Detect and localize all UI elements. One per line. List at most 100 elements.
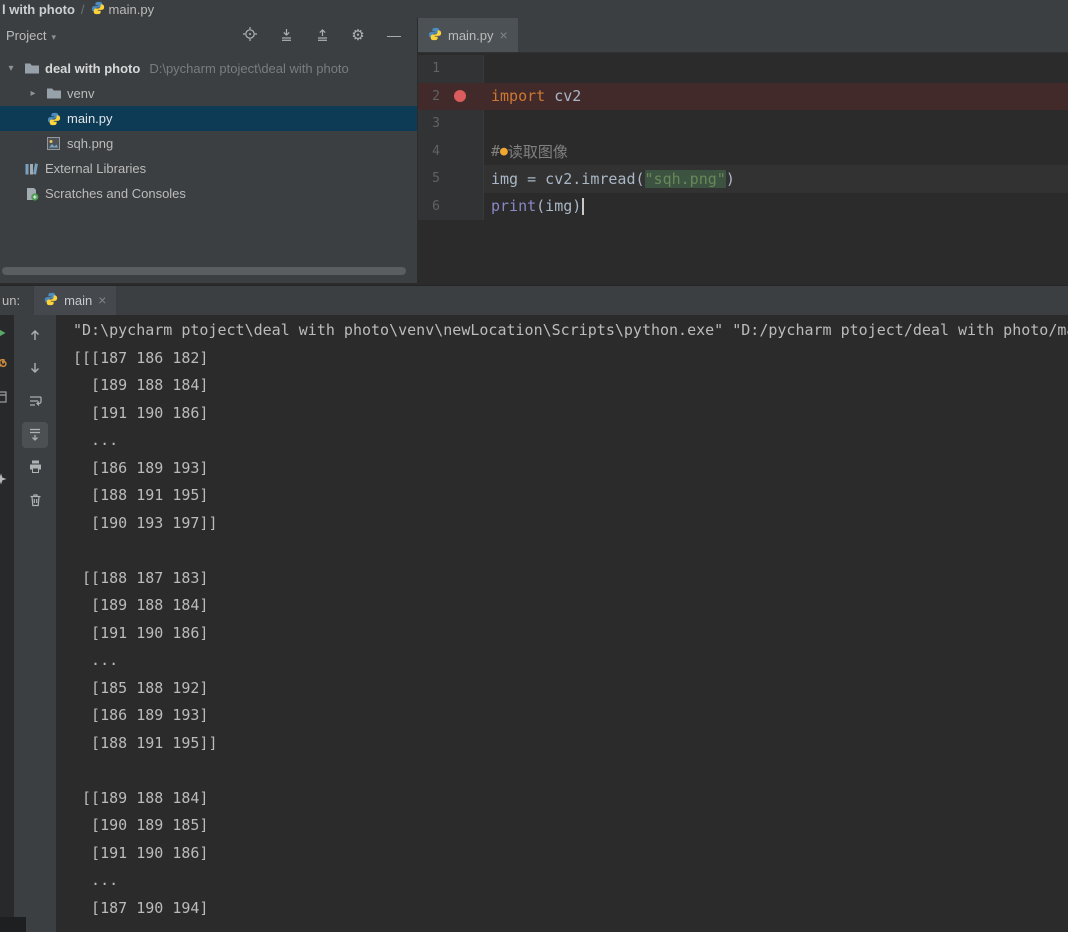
gutter-cell[interactable]: 3: [418, 110, 484, 138]
play-button[interactable]: [0, 327, 9, 341]
breadcrumb-project[interactable]: l with photo: [2, 2, 75, 17]
hide-icon: —: [387, 27, 401, 43]
breadcrumb-file[interactable]: main.py: [91, 1, 155, 18]
tree-item-main-py[interactable]: main.py: [0, 106, 417, 131]
tool-stripe: [0, 315, 14, 932]
settings-button[interactable]: ⚙: [347, 25, 369, 47]
console-line: [191 190 186]: [73, 843, 209, 862]
print-icon: [28, 459, 43, 477]
code-token: ): [725, 169, 735, 188]
console-line: [190 189 185]: [73, 816, 209, 834]
tree-item-deal-with-photo[interactable]: ▾ deal with photo D:\pycharm ptoject\deal…: [0, 56, 417, 81]
expand-all-button[interactable]: [311, 25, 333, 47]
pycharm-window: l with photo / main.py Project ▾ ⚙ — ▾ dea…: [0, 0, 1068, 932]
code-text[interactable]: [484, 110, 1068, 138]
tab-main-py[interactable]: main.py ×: [418, 18, 518, 52]
tree-item-label: Scratches and Consoles: [45, 186, 186, 201]
code-token: import: [491, 87, 546, 106]
console-line: ...: [73, 871, 119, 889]
console-line: [[189 188 184]: [73, 788, 209, 807]
gutter-cell[interactable]: 1: [418, 55, 484, 83]
tree-item-label: External Libraries: [45, 161, 147, 176]
breadcrumb: l with photo / main.py: [0, 0, 1068, 18]
arrow-down-icon: [28, 361, 42, 378]
collapse-all-button[interactable]: [275, 25, 297, 47]
scroll-to-end-icon: [28, 427, 42, 444]
tree-item-label: sqh.png: [67, 136, 114, 151]
code-text[interactable]: import cv2: [484, 83, 1068, 111]
code-text[interactable]: [484, 55, 1068, 83]
locate-button[interactable]: [239, 25, 261, 47]
line-number: 1: [432, 61, 440, 77]
code-text[interactable]: print (img): [484, 193, 1068, 221]
libraries-icon: [23, 162, 40, 176]
gutter-cell[interactable]: 4: [418, 137, 484, 165]
arrow-up-button[interactable]: [22, 323, 48, 349]
console-line: [191 190 186]: [73, 403, 209, 422]
window-button[interactable]: [0, 391, 9, 405]
line-number: 5: [432, 171, 440, 187]
settings-icon: ⚙: [351, 27, 365, 44]
gutter-cell[interactable]: 5: [418, 165, 484, 193]
editor[interactable]: 1 2 import cv2 3 4 # ● 读取图像 5 img = cv2.imread("s…: [418, 53, 1068, 283]
code-line-1: 1: [418, 55, 1068, 83]
run-tab-label: main: [64, 293, 93, 308]
tree-item-label: main.py: [67, 111, 113, 126]
star-icon: [0, 473, 7, 488]
code-line-5: 5 img = cv2.imread("sqh.png"): [418, 165, 1068, 193]
code-token: "sqh.png": [644, 169, 726, 188]
code-text[interactable]: # ● 读取图像: [484, 138, 1068, 166]
chevron-collapsed-icon[interactable]: ▸: [26, 88, 40, 99]
code-line-4: 4 # ● 读取图像: [418, 137, 1068, 166]
editor-code: 1 2 import cv2 3 4 # ● 读取图像 5 img = cv2.imread("s…: [418, 55, 1068, 220]
breadcrumb-file-label: main.py: [108, 1, 155, 17]
code-line-3: 3: [418, 110, 1068, 138]
scratches-icon: [23, 187, 40, 201]
collapse-all-icon: [279, 27, 294, 45]
console-line: ...: [73, 651, 119, 669]
clear-button[interactable]: [22, 488, 48, 514]
console[interactable]: "D:\pycharm ptoject\deal with photo\venv…: [56, 315, 1068, 932]
soft-wrap-button[interactable]: [22, 389, 48, 415]
project-toolbar: ⚙ —: [239, 25, 409, 47]
project-header: Project ▾ ⚙ —: [0, 18, 417, 53]
project-view-selector[interactable]: Project ▾: [6, 28, 56, 43]
gutter-cell[interactable]: 2: [418, 83, 484, 111]
code-line-2: 2 import cv2: [418, 82, 1068, 111]
run-tabbar: un: main ×: [0, 285, 1068, 315]
project-tree: ▾ deal with photo D:\pycharm ptoject\deal…: [0, 53, 417, 206]
hide-button[interactable]: —: [383, 25, 405, 47]
code-token: print: [491, 197, 537, 216]
breakpoint-slot[interactable]: [450, 90, 470, 103]
console-line: [186 189 193]: [73, 706, 209, 724]
chevron-expanded-icon[interactable]: ▾: [4, 63, 18, 74]
chevron-down-icon: ▾: [51, 32, 56, 42]
wrench-button[interactable]: [0, 358, 9, 373]
arrow-down-button[interactable]: [22, 356, 48, 382]
tab-run-main[interactable]: main ×: [34, 286, 117, 315]
run-console-area: "D:\pycharm ptoject\deal with photo\venv…: [0, 315, 1068, 932]
editor-tab-label: main.py: [448, 27, 494, 43]
python-icon: [91, 1, 105, 18]
scroll-to-end-button[interactable]: [22, 422, 48, 448]
tree-item-scratches-and-consoles[interactable]: Scratches and Consoles: [0, 181, 417, 206]
gutter-cell[interactable]: 6: [418, 192, 484, 220]
window-corner: [0, 917, 26, 932]
horizontal-scrollbar[interactable]: [2, 267, 406, 275]
tree-item-venv[interactable]: ▸ venv: [0, 81, 417, 106]
python-icon: [428, 27, 442, 44]
close-icon[interactable]: ×: [500, 28, 508, 43]
line-number: 6: [432, 198, 440, 214]
tree-item-label: venv: [67, 86, 95, 101]
tree-item-external-libraries[interactable]: External Libraries: [0, 156, 417, 181]
close-icon[interactable]: ×: [98, 293, 106, 308]
code-text[interactable]: img = cv2.imread("sqh.png"): [484, 165, 1068, 193]
print-button[interactable]: [22, 455, 48, 481]
code-token: #: [491, 142, 501, 161]
star-button[interactable]: [0, 473, 9, 487]
console-line: [190 193 197]]: [73, 513, 218, 532]
tree-item-sqh-png[interactable]: sqh.png: [0, 131, 417, 156]
console-line: [[188 187 183]: [73, 568, 209, 587]
breakpoint-icon[interactable]: [454, 90, 466, 103]
